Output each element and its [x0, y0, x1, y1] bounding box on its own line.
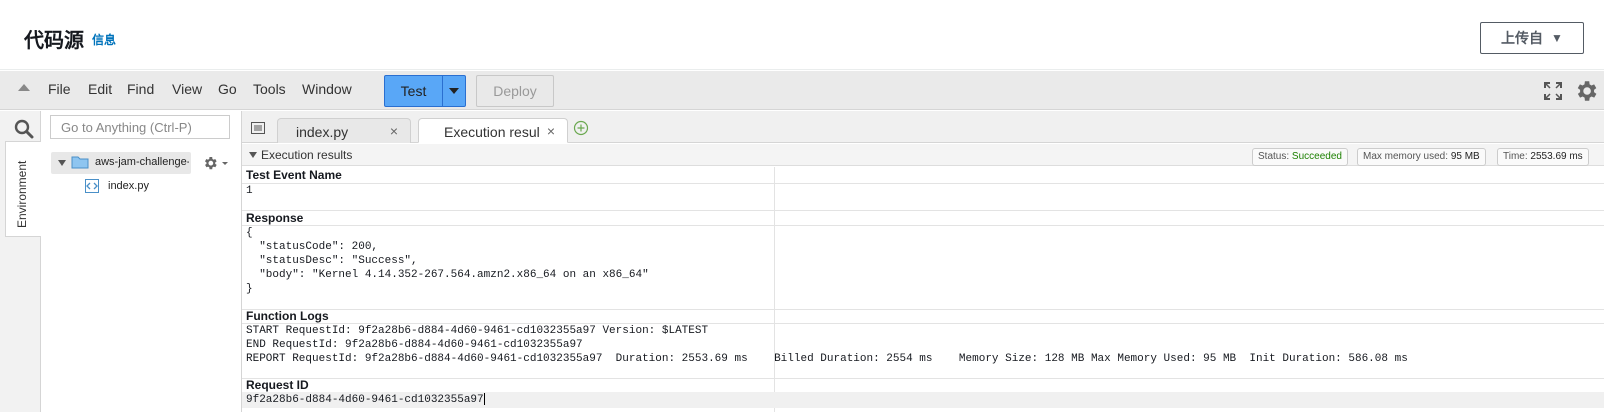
- gear-icon[interactable]: [1573, 78, 1599, 104]
- time-value: 2553.69 ms: [1530, 151, 1583, 162]
- divider: [242, 183, 1604, 184]
- tab-index-py[interactable]: index.py ×: [277, 118, 411, 143]
- menu-file[interactable]: File: [48, 81, 71, 97]
- divider: [242, 210, 1604, 211]
- add-tab-icon[interactable]: [573, 120, 589, 136]
- tab-execution-results[interactable]: Execution results ×: [418, 118, 568, 143]
- text-cursor: [483, 393, 485, 406]
- page-header: 代码源 信息 上传自 ▼: [0, 0, 1604, 70]
- test-dropdown-toggle[interactable]: [443, 76, 465, 106]
- deploy-button[interactable]: Deploy: [476, 75, 554, 107]
- menu-window[interactable]: Window: [302, 81, 352, 97]
- tree-file-name: index.py: [108, 180, 149, 192]
- menu-go[interactable]: Go: [218, 81, 237, 97]
- time-badge: Time: 2553.69 ms: [1497, 148, 1589, 166]
- collapse-up-icon[interactable]: [18, 84, 30, 91]
- fullscreen-icon[interactable]: [1544, 82, 1562, 100]
- test-button-label: Test: [385, 76, 443, 106]
- goto-anything-input[interactable]: [50, 115, 230, 139]
- status-badge: Status: Succeeded: [1252, 148, 1348, 166]
- memory-badge: Max memory used: 95 MB: [1357, 148, 1486, 166]
- info-link[interactable]: 信息: [92, 31, 116, 48]
- request-id-value: 9f2a28b6-d884-4d60-9461-cd1032355a97: [246, 394, 484, 406]
- response-line: {: [246, 227, 253, 239]
- menu-tools[interactable]: Tools: [253, 81, 286, 97]
- python-file-icon: [85, 179, 99, 193]
- upload-from-label: 上传自: [1501, 30, 1544, 46]
- log-line: END RequestId: 9f2a28b6-d884-4d60-9461-c…: [246, 339, 583, 351]
- response-line: "statusCode": 200,: [246, 241, 379, 253]
- tab-label: Execution results: [444, 124, 540, 140]
- menu-edit[interactable]: Edit: [88, 81, 112, 97]
- execution-results-body: [242, 167, 1604, 412]
- divider: [242, 378, 1604, 379]
- column-divider: [774, 167, 775, 412]
- menu-view[interactable]: View: [172, 81, 202, 97]
- response-line: "statusDesc": "Success",: [246, 255, 418, 267]
- folder-icon: [71, 156, 89, 169]
- response-line: }: [246, 283, 253, 295]
- log-line: REPORT RequestId: 9f2a28b6-d884-4d60-946…: [246, 353, 1408, 365]
- tab-label: index.py: [296, 124, 349, 140]
- search-icon[interactable]: [14, 119, 34, 139]
- tabs-menu-icon[interactable]: [251, 122, 265, 134]
- request-id-heading: Request ID: [246, 378, 309, 392]
- upload-from-button[interactable]: 上传自 ▼: [1480, 22, 1584, 54]
- menu-find[interactable]: Find: [127, 81, 154, 97]
- log-line: START RequestId: 9f2a28b6-d884-4d60-9461…: [246, 325, 709, 337]
- response-heading: Response: [246, 211, 304, 225]
- divider: [242, 309, 1604, 310]
- environment-tab[interactable]: Environment: [5, 141, 41, 237]
- caret-down-icon: ▼: [1551, 31, 1563, 45]
- function-logs-heading: Function Logs: [246, 309, 329, 323]
- tree-folder-item[interactable]: aws-jam-challenge-: [51, 152, 191, 174]
- memory-value: 95 MB: [1450, 151, 1480, 162]
- tree-settings-gear-icon[interactable]: [202, 154, 230, 172]
- ide-menubar: File Edit Find View Go Tools Window Test…: [0, 71, 1604, 110]
- response-line: "body": "Kernel 4.14.352-267.564.amzn2.x…: [246, 269, 649, 281]
- status-value: Succeeded: [1291, 151, 1342, 162]
- test-event-value: 1: [246, 185, 253, 197]
- close-icon[interactable]: ×: [547, 123, 555, 139]
- caret-down-icon: [449, 88, 459, 94]
- environment-tab-label: Environment: [15, 160, 29, 228]
- request-id-cell[interactable]: 9f2a28b6-d884-4d60-9461-cd1032355a97: [246, 393, 485, 407]
- page-title: 代码源: [24, 30, 84, 52]
- execution-results-label: Execution results: [261, 148, 353, 162]
- tree-folder-name: aws-jam-challenge-: [95, 156, 189, 168]
- test-button[interactable]: Test: [384, 75, 466, 107]
- divider: [242, 225, 1604, 226]
- test-event-heading: Test Event Name: [246, 168, 342, 182]
- collapse-triangle-icon[interactable]: [249, 152, 257, 158]
- close-icon[interactable]: ×: [390, 123, 398, 139]
- expand-triangle-icon[interactable]: [58, 160, 66, 166]
